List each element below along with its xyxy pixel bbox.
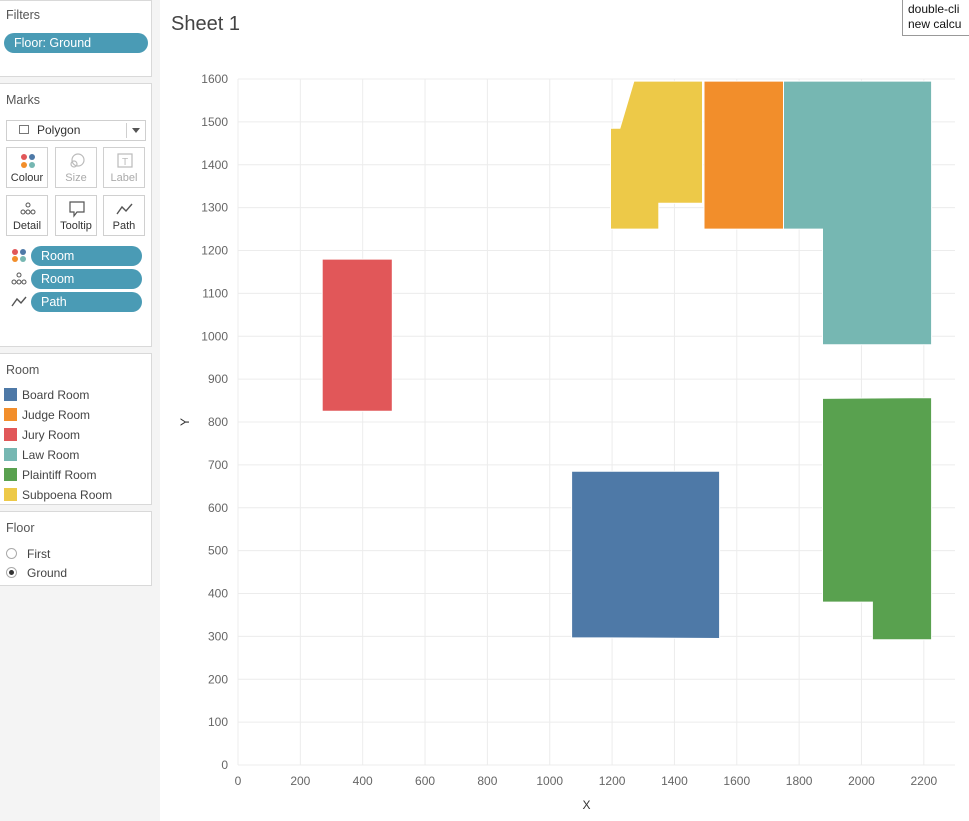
y-tick-label: 1000 xyxy=(201,329,228,343)
y-tick-label: 700 xyxy=(208,458,228,472)
size-icon xyxy=(70,153,85,168)
marks-label-label: Label xyxy=(110,172,138,184)
tooltip-icon xyxy=(69,201,85,218)
x-tick-label: 200 xyxy=(290,774,310,788)
mark-type-select[interactable]: Polygon xyxy=(6,120,146,141)
svg-text:T: T xyxy=(122,157,128,168)
legend-swatch xyxy=(4,428,17,441)
tooltip-line-1: double-cli xyxy=(908,2,960,16)
polygon-mark[interactable] xyxy=(783,80,933,346)
y-tick-label: 200 xyxy=(208,672,228,686)
chevron-down-icon[interactable] xyxy=(132,128,140,133)
y-tick-label: 100 xyxy=(208,715,228,729)
floor-filter-title: Floor xyxy=(6,521,35,535)
filter-pill-floor[interactable]: Floor: Ground xyxy=(4,33,148,53)
filters-title: Filters xyxy=(6,8,41,22)
marks-label-button[interactable]: T Label xyxy=(103,147,145,188)
legend-swatch xyxy=(4,408,17,421)
polygon-mark[interactable] xyxy=(571,470,721,640)
marks-tooltip-label: Tooltip xyxy=(60,220,92,232)
polygon-mark[interactable] xyxy=(703,80,784,230)
polygon-icon xyxy=(19,125,29,134)
radio-selected-dot xyxy=(9,570,14,575)
y-tick-label: 1200 xyxy=(201,244,228,258)
y-tick-label: 0 xyxy=(221,758,228,772)
y-tick-label: 1400 xyxy=(201,158,228,172)
legend-swatch xyxy=(4,448,17,461)
marks-colour-button[interactable]: Colour xyxy=(6,147,48,188)
y-tick-label: 800 xyxy=(208,415,228,429)
floor-filter-card: Floor First Ground xyxy=(0,511,152,586)
legend-title: Room xyxy=(6,363,40,377)
legend-swatch xyxy=(4,388,17,401)
polygon-mark[interactable] xyxy=(610,80,703,230)
colour-dots-icon xyxy=(21,154,35,168)
x-tick-label: 1000 xyxy=(536,774,563,788)
radio-circle-icon[interactable] xyxy=(6,567,17,578)
y-tick-label: 1500 xyxy=(201,115,228,129)
marks-title: Marks xyxy=(6,93,41,107)
legend-swatch xyxy=(4,468,17,481)
x-tick-label: 1800 xyxy=(786,774,813,788)
y-axis-title: Y xyxy=(178,418,192,426)
legend-label: Law Room xyxy=(22,448,80,462)
y-tick-label: 300 xyxy=(208,629,228,643)
y-tick-label: 900 xyxy=(208,372,228,386)
legend-label: Plaintiff Room xyxy=(22,468,97,482)
x-tick-label: 400 xyxy=(353,774,373,788)
y-tick-label: 600 xyxy=(208,501,228,515)
legend-label: Judge Room xyxy=(22,408,91,422)
shelf-pill-detail-room[interactable]: Room xyxy=(31,269,142,289)
tooltip-line-2: new calcu xyxy=(908,17,962,31)
mark-type-divider xyxy=(126,123,127,138)
legend-label: Subpoena Room xyxy=(22,488,113,502)
mark-type-value: Polygon xyxy=(37,123,81,137)
x-tick-label: 1600 xyxy=(723,774,750,788)
x-tick-label: 2200 xyxy=(910,774,937,788)
marks-detail-label: Detail xyxy=(12,220,42,232)
detail-dots-icon xyxy=(20,202,36,215)
y-tick-label: 500 xyxy=(208,544,228,558)
y-tick-label: 1600 xyxy=(201,72,228,86)
label-icon: T xyxy=(117,153,133,168)
floor-option-label: Ground xyxy=(27,566,68,580)
polygon-mark[interactable] xyxy=(321,258,393,412)
x-axis-title: X xyxy=(582,798,590,812)
shelf-pill-colour-room[interactable]: Room xyxy=(31,246,142,266)
path-icon xyxy=(11,296,27,307)
marks-colour-label: Colour xyxy=(10,172,44,184)
y-tick-label: 1100 xyxy=(202,286,228,300)
marks-path-label: Path xyxy=(112,220,136,232)
x-tick-label: 800 xyxy=(477,774,497,788)
floor-option-label: First xyxy=(27,547,51,561)
legend-label: Jury Room xyxy=(22,428,81,442)
y-tick-label: 1300 xyxy=(201,201,228,215)
legend-label: Board Room xyxy=(22,388,90,402)
tooltip-fragment: double-cli new calcu xyxy=(902,0,969,36)
path-icon xyxy=(116,203,133,215)
marks-tooltip-button[interactable]: Tooltip xyxy=(55,195,97,236)
room-legend-card: Room Board Room Judge Room Jury Room Law Ro… xyxy=(0,353,152,505)
marks-path-button[interactable]: Path xyxy=(103,195,145,236)
x-tick-label: 2000 xyxy=(848,774,875,788)
x-tick-label: 0 xyxy=(235,774,242,788)
x-tick-label: 600 xyxy=(415,774,435,788)
marks-card: Marks Polygon Colour Size T Label Detail… xyxy=(0,83,152,347)
shelf-pill-path[interactable]: Path xyxy=(31,292,142,312)
detail-dots-icon xyxy=(11,272,27,285)
filters-card: Filters Floor: Ground xyxy=(0,0,152,77)
radio-circle-icon[interactable] xyxy=(6,548,17,559)
y-tick-label: 400 xyxy=(208,587,228,601)
legend-swatch xyxy=(4,488,17,501)
marks-size-label: Size xyxy=(65,172,87,184)
polygon-chart[interactable]: 0 100 200 300 400 500 600 700 800 900 1000 1100 1200… xyxy=(160,60,969,821)
sheet-title: Sheet 1 xyxy=(171,13,240,35)
x-tick-label: 1200 xyxy=(599,774,626,788)
polygon-mark[interactable] xyxy=(822,397,933,641)
marks-detail-button[interactable]: Detail xyxy=(6,195,48,236)
colour-dots-icon xyxy=(12,249,26,262)
marks-size-button[interactable]: Size xyxy=(55,147,97,188)
x-tick-label: 1400 xyxy=(661,774,688,788)
sidebar: Filters Floor: Ground Marks Polygon Colo… xyxy=(0,0,160,821)
